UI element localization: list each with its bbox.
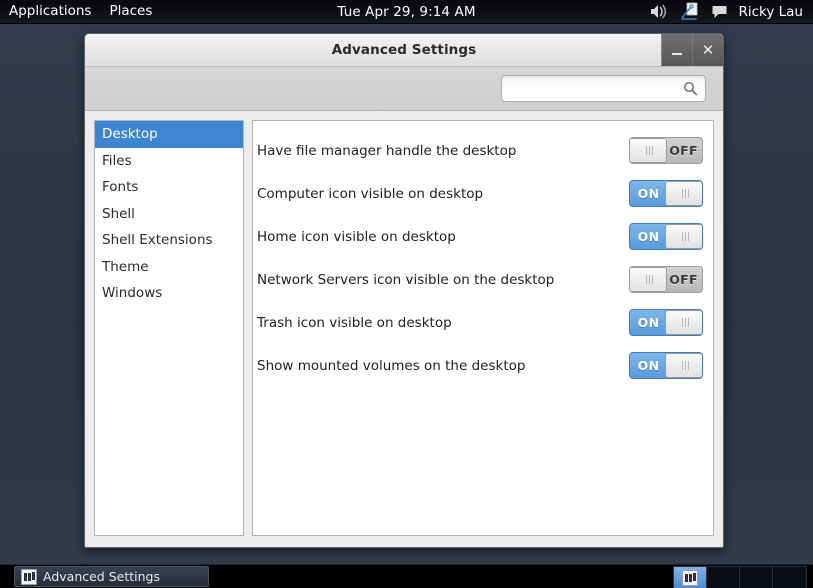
toggle-knob [630, 138, 667, 163]
taskbar-item-advanced-settings[interactable]: Advanced Settings [14, 566, 209, 587]
toggle-state: ON [637, 186, 660, 201]
setting-row: Computer icon visible on desktop ON [255, 172, 703, 215]
user-name[interactable]: Ricky Lau [738, 4, 809, 20]
sidebar-item-files[interactable]: Files [95, 148, 243, 175]
window-titlebar[interactable]: Advanced Settings ✕ [85, 34, 723, 67]
toggle-state: ON [637, 358, 660, 373]
window-controls: ✕ [661, 34, 723, 66]
category-sidebar: Desktop Files Fonts Shell Shell Extensio… [94, 120, 244, 536]
setting-row: Home icon visible on desktop ON [255, 215, 703, 258]
workspace-3[interactable] [740, 567, 773, 588]
toggle-mounted-volumes[interactable]: ON [629, 352, 703, 379]
setting-label: Computer icon visible on desktop [257, 185, 484, 202]
advanced-settings-window: Advanced Settings ✕ Desktop Files Fonts … [84, 33, 724, 548]
search-input[interactable] [509, 80, 683, 97]
setting-label: Have file manager handle the desktop [257, 142, 517, 159]
volume-icon[interactable] [648, 1, 670, 23]
sidebar-item-windows[interactable]: Windows [95, 280, 243, 307]
close-button[interactable]: ✕ [692, 34, 723, 66]
window-title: Advanced Settings [331, 42, 477, 58]
menu-applications[interactable]: Applications [0, 0, 100, 23]
workspace-4[interactable] [773, 567, 806, 588]
tweak-tool-icon [21, 568, 37, 585]
toggle-file-manager-desktop[interactable]: OFF [629, 137, 703, 164]
sidebar-item-fonts[interactable]: Fonts [95, 174, 243, 201]
setting-row: Show mounted volumes on the desktop ON [255, 344, 703, 387]
workspace-switcher [673, 566, 807, 588]
window-toolbar [85, 67, 723, 111]
search-icon[interactable] [683, 81, 698, 96]
search-box[interactable] [501, 75, 706, 102]
setting-label: Home icon visible on desktop [257, 228, 456, 245]
window-thumbnail-icon [682, 569, 698, 586]
taskbar-item-label: Advanced Settings [43, 569, 160, 584]
setting-label: Trash icon visible on desktop [257, 314, 452, 331]
sidebar-item-theme[interactable]: Theme [95, 254, 243, 281]
bottom-panel: Advanced Settings [0, 564, 813, 588]
chat-icon[interactable] [708, 1, 730, 23]
toggle-home-icon[interactable]: ON [629, 223, 703, 250]
setting-row: Network Servers icon visible on the desk… [255, 258, 703, 301]
settings-panel: Have file manager handle the desktop OFF… [252, 120, 714, 536]
setting-label: Network Servers icon visible on the desk… [257, 271, 555, 288]
setting-row: Trash icon visible on desktop ON [255, 301, 703, 344]
top-panel: Applications Places Tue Apr 29, 9:14 AM [0, 0, 813, 24]
workspace-2[interactable] [707, 567, 740, 588]
setting-label: Show mounted volumes on the desktop [257, 357, 526, 374]
toggle-trash-icon[interactable]: ON [629, 309, 703, 336]
toggle-knob [630, 267, 667, 292]
toggle-knob [665, 181, 702, 206]
setting-row: Have file manager handle the desktop OFF [255, 129, 703, 172]
toggle-knob [665, 224, 702, 249]
desktop: Applications Places Tue Apr 29, 9:14 AM [0, 0, 813, 588]
toggle-state: ON [637, 315, 660, 330]
sidebar-item-desktop[interactable]: Desktop [95, 121, 243, 148]
system-tray: Ricky Lau [648, 0, 809, 23]
clock-label: Tue Apr 29, 9:14 AM [337, 3, 476, 20]
toggle-state: OFF [669, 272, 698, 287]
toggle-knob [665, 353, 702, 378]
workspace-1[interactable] [674, 567, 707, 588]
toggle-computer-icon[interactable]: ON [629, 180, 703, 207]
sidebar-item-shell-extensions[interactable]: Shell Extensions [95, 227, 243, 254]
toggle-state: OFF [669, 143, 698, 158]
toggle-network-servers-icon[interactable]: OFF [629, 266, 703, 293]
minimize-button[interactable] [662, 34, 692, 66]
toggle-state: ON [637, 229, 660, 244]
window-body: Desktop Files Fonts Shell Shell Extensio… [85, 111, 723, 547]
network-icon[interactable] [678, 1, 700, 23]
toggle-knob [665, 310, 702, 335]
menu-places[interactable]: Places [100, 0, 161, 23]
sidebar-item-shell[interactable]: Shell [95, 201, 243, 228]
